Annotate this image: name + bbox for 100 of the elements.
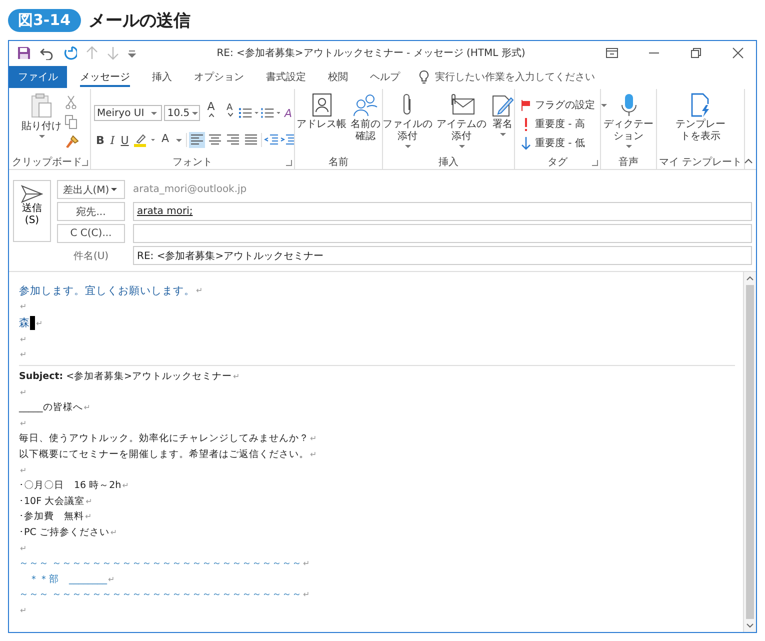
- document-lightning-icon: [690, 93, 712, 117]
- group-label: 音声: [618, 156, 638, 169]
- flag-icon: [521, 100, 531, 110]
- grow-font-button[interactable]: A: [202, 100, 220, 126]
- shrink-font-button[interactable]: A: [222, 103, 238, 123]
- ribbon-tab[interactable]: メッセージ: [71, 66, 139, 88]
- paragraph-mark: ↵: [108, 574, 115, 584]
- paste-button[interactable]: 貼り付け: [20, 93, 62, 140]
- paragraph-mark: ↵: [310, 450, 317, 460]
- to-field[interactable]: arata mori;: [133, 202, 752, 221]
- save-icon[interactable]: [17, 46, 31, 60]
- font-size-dropdown[interactable]: 10.5: [164, 105, 200, 121]
- scroll-up-icon[interactable]: [746, 275, 754, 281]
- cc-button[interactable]: C C(C)...: [57, 224, 125, 243]
- group-label: タグ: [548, 156, 568, 169]
- microphone-icon: [620, 93, 636, 117]
- body-text: 森: [19, 316, 30, 330]
- dialog-launcher-icon[interactable]: [592, 160, 598, 166]
- subject-label: 件名(U): [72, 250, 110, 262]
- subject-field[interactable]: RE: <参加者募集>アウトルックセミナー: [133, 246, 752, 265]
- high-importance-button[interactable]: 重要度 - 高: [521, 117, 585, 131]
- numbered-list-icon[interactable]: [260, 107, 280, 119]
- paragraph-mark: ↵: [122, 481, 129, 490]
- decrease-indent-icon[interactable]: [264, 134, 278, 146]
- paragraph-mark: ↵: [20, 388, 27, 397]
- body-text: ･PC ご持参ください: [19, 526, 110, 540]
- paragraph-mark: ↵: [303, 559, 310, 568]
- pen-icon: [490, 93, 514, 117]
- collapse-ribbon-icon[interactable]: [744, 158, 753, 164]
- paragraph-mark: ↵: [84, 403, 90, 412]
- italic-button[interactable]: I: [108, 134, 117, 146]
- check-names-button[interactable]: 名前の 確認: [350, 93, 382, 143]
- bold-button[interactable]: B: [94, 134, 106, 146]
- figure-number: 図3-14: [8, 8, 81, 32]
- tell-me-field[interactable]: 実行したい作業を入力してください: [419, 70, 637, 84]
- restore-icon[interactable]: [690, 48, 702, 58]
- paragraph-mark: ↵: [85, 512, 92, 522]
- attach-item-button[interactable]: アイテムの 添付: [436, 93, 488, 150]
- body-text: ･10F 大会議室: [19, 494, 85, 508]
- paragraph-mark: ↵: [196, 286, 203, 295]
- down-arrow-icon: [521, 136, 531, 150]
- attach-file-button[interactable]: ファイルの 添付: [382, 93, 434, 150]
- group-label: マイ テンプレート: [658, 156, 742, 169]
- ribbon-tab[interactable]: 校閲: [319, 66, 357, 88]
- paragraph-mark: ↵: [303, 590, 310, 600]
- align-icon[interactable]: [188, 132, 205, 148]
- clipboard-icon: [30, 93, 54, 119]
- copy-icon[interactable]: [64, 115, 76, 129]
- scrollbar[interactable]: [743, 272, 756, 632]
- body-text: _____の皆様へ: [19, 401, 83, 414]
- highlighter-icon[interactable]: [132, 133, 157, 147]
- group-label: クリップボード: [12, 156, 82, 169]
- increase-indent-icon[interactable]: [280, 134, 294, 146]
- paragraph-mark: ↵: [86, 496, 92, 506]
- ribbon-tab[interactable]: ヘルプ: [361, 66, 409, 88]
- paragraph-mark: ↵: [20, 466, 27, 475]
- dialog-launcher-icon[interactable]: [286, 160, 292, 166]
- paragraph-mark: ↵: [233, 372, 240, 382]
- undo-icon[interactable]: [40, 46, 54, 60]
- signature-button[interactable]: 署名: [490, 93, 516, 138]
- lightbulb-icon: [419, 70, 429, 84]
- ribbon-tab[interactable]: ファイル: [9, 66, 67, 88]
- body-text: 参加します。宜しくお願いします。: [19, 284, 195, 298]
- to-button[interactable]: 宛先...: [57, 202, 125, 221]
- ribbon-tab[interactable]: 挿入: [143, 66, 181, 88]
- bullet-list-icon[interactable]: [239, 107, 259, 119]
- view-templates-button[interactable]: テンプレー トを表示: [674, 93, 726, 143]
- format-painter-icon[interactable]: [64, 135, 78, 149]
- follow-up-button[interactable]: フラグの設定: [521, 98, 609, 112]
- figure-title: メールの送信: [88, 10, 191, 32]
- ribbon-tab[interactable]: 書式設定: [257, 66, 315, 88]
- ribbon-display-icon[interactable]: [606, 48, 618, 58]
- body-text: ･〇月〇日 16 時～2h: [19, 479, 122, 492]
- body-text: 毎日、使うアウトルック。効率化にチャレンジしてみませんか？: [19, 432, 309, 446]
- up-caret-icon: [209, 113, 214, 117]
- cc-field[interactable]: [133, 224, 752, 243]
- redo-icon[interactable]: [63, 46, 77, 60]
- from-button[interactable]: 差出人(M): [57, 180, 125, 199]
- clear-formatting-button[interactable]: A: [282, 106, 294, 120]
- body-text: Subject: <参加者募集>アウトルックセミナー: [19, 370, 232, 384]
- ribbon-tab[interactable]: オプション: [185, 66, 253, 88]
- close-icon[interactable]: [732, 47, 744, 59]
- scroll-down-icon[interactable]: [746, 623, 754, 629]
- body-text: ～～～ ～～～～～～～～～～～～～～～～～～～～～～～～～: [19, 557, 302, 570]
- send-button[interactable]: 送信 (S): [13, 180, 51, 242]
- paragraph-mark: ↵: [20, 606, 27, 615]
- paragraph-mark: ↵: [20, 418, 27, 428]
- address-book-button[interactable]: アドレス帳: [296, 93, 348, 131]
- people-icon: [352, 93, 378, 117]
- group-label: フォント: [172, 156, 212, 169]
- dialog-launcher-icon[interactable]: [82, 160, 88, 166]
- body-text: ～～～ ～～～～～～～～～～～～～～～～～～～～～～～～～: [19, 588, 302, 602]
- font-name-dropdown[interactable]: Meiryo UI: [94, 105, 162, 121]
- customize-icon[interactable]: [128, 48, 136, 58]
- paragraph-mark: ↵: [310, 434, 317, 444]
- low-importance-button[interactable]: 重要度 - 低: [521, 136, 585, 150]
- font-color-button[interactable]: A: [158, 133, 172, 147]
- cut-icon[interactable]: [64, 95, 76, 109]
- underline-button[interactable]: U: [118, 134, 131, 146]
- paragraph-mark: ↵: [20, 350, 27, 360]
